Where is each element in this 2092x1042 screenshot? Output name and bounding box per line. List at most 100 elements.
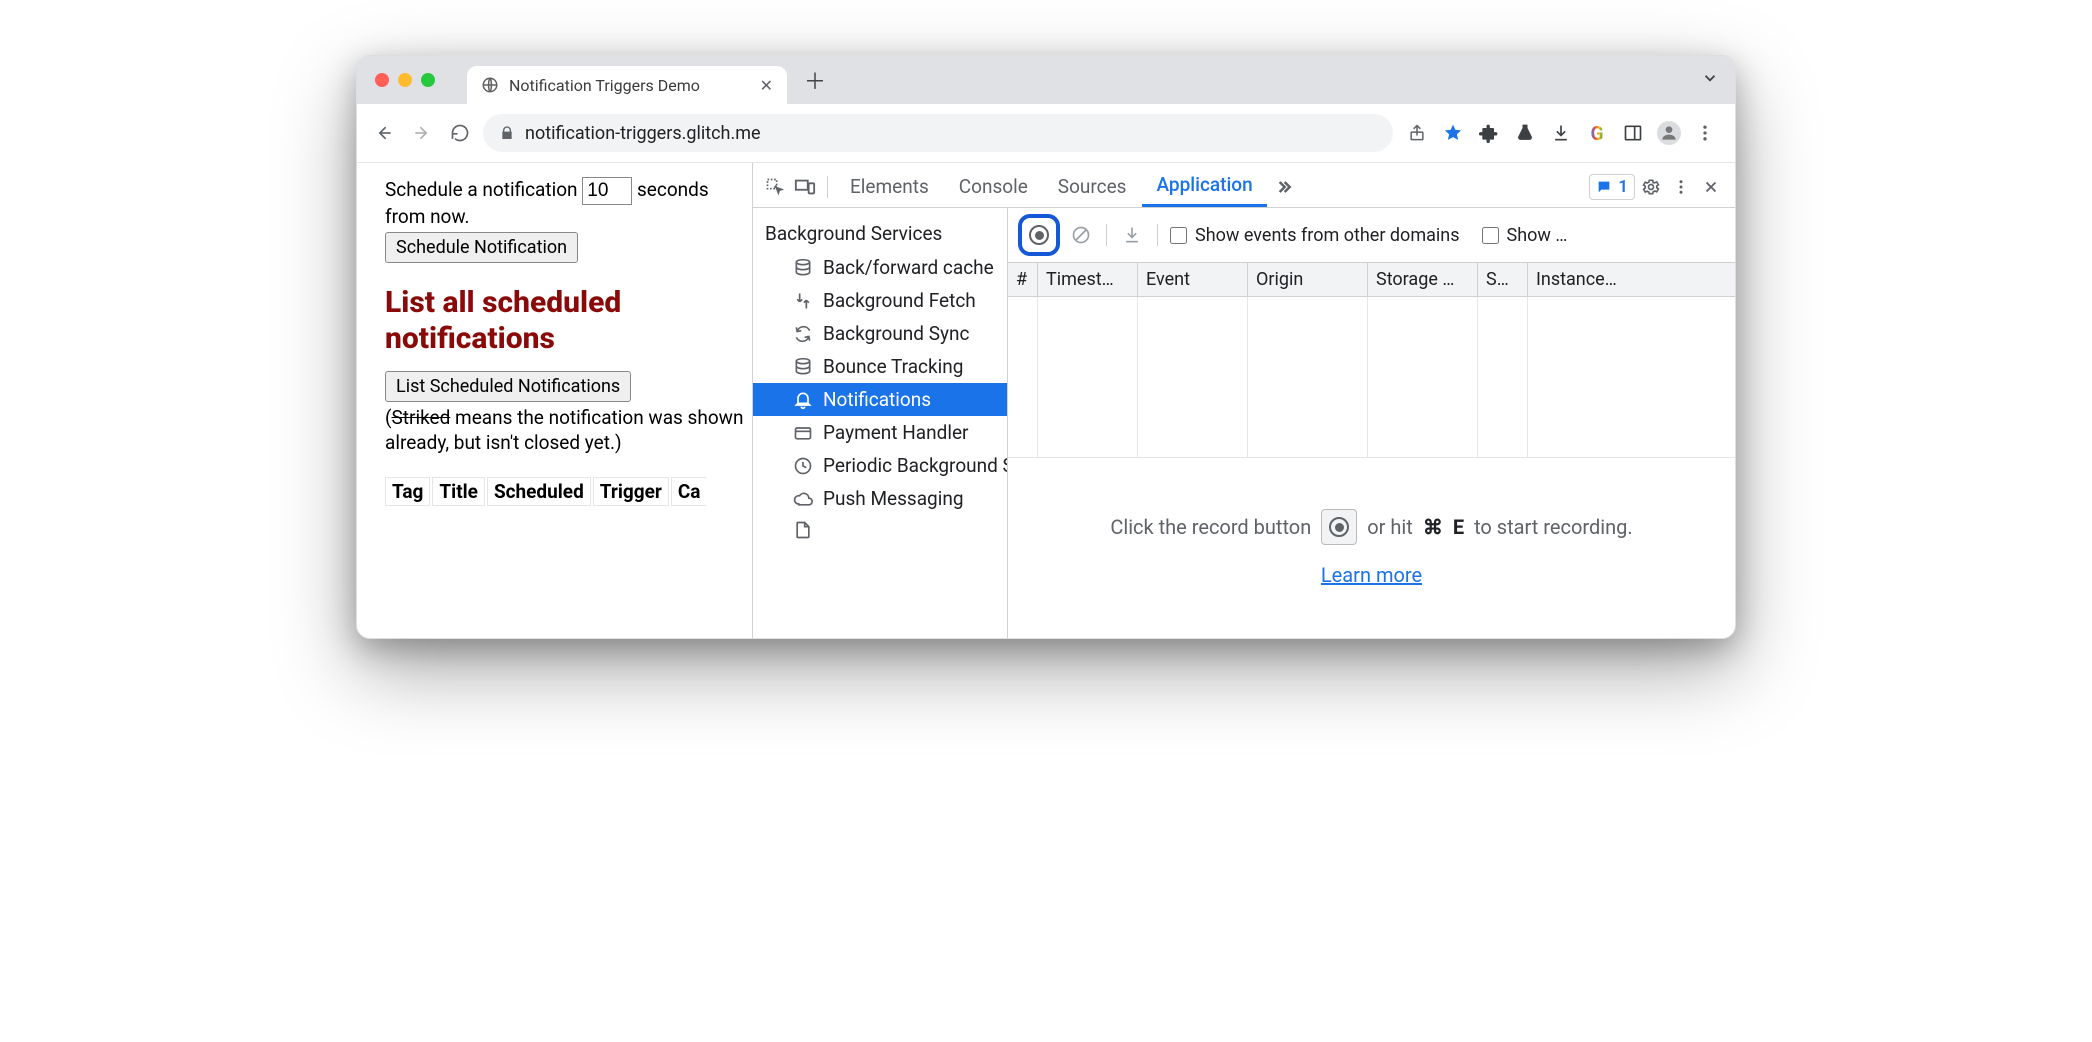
- globe-icon: [481, 76, 499, 94]
- col-title: Title: [432, 477, 485, 506]
- tab-strip: Notification Triggers Demo ✕ ＋: [357, 56, 1735, 104]
- browser-window: Notification Triggers Demo ✕ ＋ notificat…: [356, 55, 1736, 639]
- save-events-button[interactable]: [1119, 222, 1145, 248]
- clear-button[interactable]: [1068, 222, 1094, 248]
- webpage-content: Schedule a notification seconds from now…: [357, 163, 752, 638]
- sidebar-item-background-sync[interactable]: Background Sync: [753, 317, 1007, 350]
- issues-button[interactable]: 1: [1589, 174, 1635, 200]
- device-toolbar-button[interactable]: [791, 173, 819, 201]
- sidebar-item-notifications[interactable]: Notifications: [753, 383, 1007, 416]
- reload-button[interactable]: [445, 118, 475, 148]
- close-tab-button[interactable]: ✕: [760, 76, 773, 95]
- profile-button[interactable]: [1653, 117, 1685, 149]
- side-panel-button[interactable]: [1617, 117, 1649, 149]
- events-table-body: Click the record button or hit ⌘ E to st…: [1008, 297, 1735, 638]
- sidebar-item-bounce-tracking[interactable]: Bounce Tracking: [753, 350, 1007, 383]
- minimize-window-button[interactable]: [398, 73, 412, 87]
- database-icon: [793, 357, 813, 377]
- sync-icon: [793, 324, 813, 344]
- chrome-menu-button[interactable]: [1689, 117, 1721, 149]
- inspect-element-button[interactable]: [761, 173, 789, 201]
- browser-tab[interactable]: Notification Triggers Demo ✕: [467, 66, 787, 104]
- experiments-button[interactable]: [1509, 117, 1541, 149]
- empty-text-b: or hit: [1367, 515, 1413, 539]
- tab-elements[interactable]: Elements: [836, 169, 943, 206]
- col-timestamp[interactable]: Timest…: [1038, 263, 1138, 296]
- events-table-header: # Timest… Event Origin Storage … S… Inst…: [1008, 263, 1735, 297]
- record-button[interactable]: [1024, 220, 1054, 250]
- notifications-panel: Show events from other domains Show … # …: [1008, 208, 1735, 638]
- google-account-button[interactable]: G: [1581, 117, 1613, 149]
- issues-count: 1: [1618, 177, 1628, 197]
- show-truncated-checkbox[interactable]: Show …: [1482, 225, 1568, 246]
- show-truncated-input[interactable]: [1482, 227, 1499, 244]
- empty-text-c: to start recording.: [1474, 515, 1633, 539]
- downloads-button[interactable]: [1545, 117, 1577, 149]
- list-scheduled-button[interactable]: List Scheduled Notifications: [385, 371, 631, 402]
- col-s[interactable]: S…: [1478, 263, 1528, 296]
- list-heading: List all scheduled notifications: [385, 285, 748, 357]
- fetch-icon: [793, 291, 813, 311]
- sidebar-item-back-forward-cache[interactable]: Back/forward cache: [753, 251, 1007, 284]
- content-area: Schedule a notification seconds from now…: [357, 163, 1735, 638]
- schedule-label-a: Schedule a notification: [385, 178, 578, 201]
- bookmark-star-icon[interactable]: [1437, 117, 1469, 149]
- lock-icon: [499, 125, 515, 141]
- sidebar-section-title: Background Services: [753, 216, 1007, 251]
- col-cancel: Ca: [671, 477, 707, 506]
- extensions-button[interactable]: [1473, 117, 1505, 149]
- events-table-empty-grid: [1008, 297, 1735, 457]
- maximize-window-button[interactable]: [421, 73, 435, 87]
- share-button[interactable]: [1401, 117, 1433, 149]
- shortcut-key: E: [1453, 515, 1464, 539]
- close-devtools-button[interactable]: [1697, 173, 1725, 201]
- col-event[interactable]: Event: [1138, 263, 1248, 296]
- window-controls: [371, 56, 447, 104]
- devtools-tabbar: Elements Console Sources Application 1: [753, 163, 1735, 208]
- toolbar-right-icons: G: [1401, 117, 1723, 149]
- show-other-domains-checkbox[interactable]: Show events from other domains: [1170, 225, 1460, 246]
- table-header-row: Tag Title Scheduled Trigger Ca: [385, 477, 748, 506]
- devtools-panel: Elements Console Sources Application 1: [752, 163, 1735, 638]
- tab-console[interactable]: Console: [945, 169, 1042, 206]
- sidebar-item-periodic-sync[interactable]: Periodic Background Sync: [753, 449, 1007, 482]
- record-icon-inline: [1321, 509, 1357, 545]
- learn-more-link[interactable]: Learn more: [1321, 563, 1422, 587]
- database-icon: [793, 258, 813, 278]
- tab-sources[interactable]: Sources: [1044, 169, 1141, 206]
- sidebar-item-payment-handler[interactable]: Payment Handler: [753, 416, 1007, 449]
- settings-button[interactable]: [1637, 173, 1665, 201]
- avatar-icon: [1657, 121, 1681, 145]
- cloud-icon: [793, 489, 813, 509]
- empty-text-a: Click the record button: [1110, 515, 1311, 539]
- record-icon: [1029, 225, 1049, 245]
- more-tabs-button[interactable]: [1269, 173, 1297, 201]
- new-tab-button[interactable]: ＋: [799, 64, 831, 96]
- close-window-button[interactable]: [375, 73, 389, 87]
- tab-application[interactable]: Application: [1142, 167, 1266, 207]
- card-icon: [793, 423, 813, 443]
- schedule-notification-button[interactable]: Schedule Notification: [385, 232, 578, 263]
- tabs-dropdown-button[interactable]: [1691, 65, 1729, 95]
- show-other-domains-input[interactable]: [1170, 227, 1187, 244]
- url-text: notification-triggers.glitch.me: [525, 123, 761, 144]
- devtools-menu-button[interactable]: [1667, 173, 1695, 201]
- address-bar[interactable]: notification-triggers.glitch.me: [483, 114, 1393, 152]
- forward-button[interactable]: [407, 118, 437, 148]
- col-scheduled: Scheduled: [487, 477, 591, 506]
- col-storage[interactable]: Storage …: [1368, 263, 1478, 296]
- sidebar-item-push-messaging[interactable]: Push Messaging: [753, 482, 1007, 515]
- clock-icon: [793, 456, 813, 476]
- seconds-input[interactable]: [582, 177, 632, 205]
- col-instance[interactable]: Instance…: [1528, 263, 1735, 296]
- col-origin[interactable]: Origin: [1248, 263, 1368, 296]
- sidebar-item-background-fetch[interactable]: Background Fetch: [753, 284, 1007, 317]
- tab-title: Notification Triggers Demo: [509, 76, 700, 95]
- empty-state: Click the record button or hit ⌘ E to st…: [1008, 457, 1735, 638]
- col-index[interactable]: #: [1008, 263, 1038, 296]
- devtools-body: Background Services Back/forward cache B…: [753, 208, 1735, 638]
- back-button[interactable]: [369, 118, 399, 148]
- col-trigger: Trigger: [593, 477, 669, 506]
- note-text: (Striked means the notification was show…: [385, 406, 748, 455]
- sidebar-item-reporting-api[interactable]: [753, 515, 1007, 545]
